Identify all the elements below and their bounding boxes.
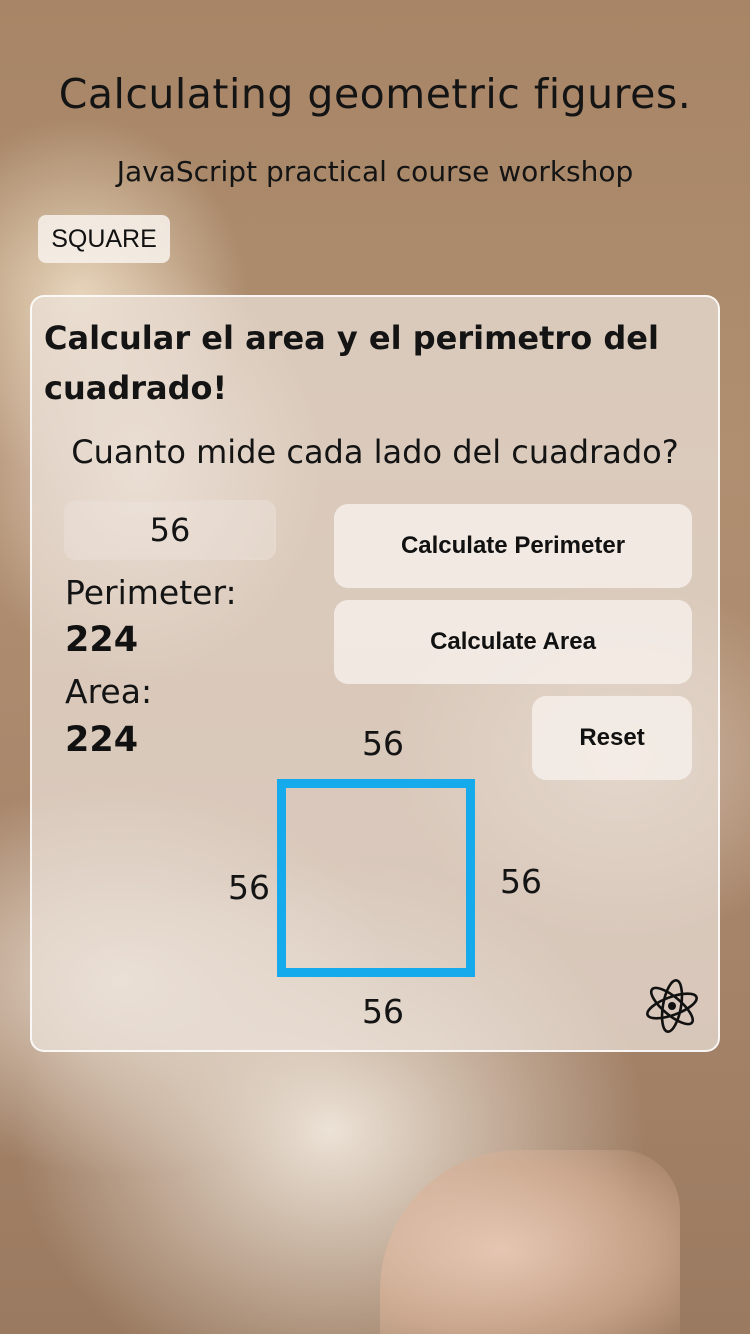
background-arm xyxy=(380,1150,680,1334)
page-title: Calculating geometric figures. xyxy=(58,70,692,118)
side-length-input[interactable] xyxy=(64,500,276,560)
tab-square[interactable]: SQUARE xyxy=(38,215,170,263)
calculate-area-button[interactable]: Calculate Area xyxy=(334,600,692,684)
perimeter-label: Perimeter: xyxy=(65,573,237,612)
side-question: Cuanto mide cada lado del cuadrado? xyxy=(71,433,679,471)
area-label: Area: xyxy=(65,672,153,711)
calculate-perimeter-button[interactable]: Calculate Perimeter xyxy=(334,504,692,588)
reset-button[interactable]: Reset xyxy=(532,696,692,780)
area-value: 224 xyxy=(65,720,139,760)
page-subtitle: JavaScript practical course workshop xyxy=(116,155,634,188)
square-figure xyxy=(277,779,475,977)
square-side-left-label: 56 xyxy=(228,868,270,907)
square-side-right-label: 56 xyxy=(500,862,542,901)
card-heading: Calcular el area y el perimetro del cuad… xyxy=(44,319,659,407)
atom-logo-icon xyxy=(646,979,698,1033)
perimeter-value: 224 xyxy=(65,620,139,660)
square-side-top-label: 56 xyxy=(362,724,404,763)
square-side-bottom-label: 56 xyxy=(362,992,404,1031)
